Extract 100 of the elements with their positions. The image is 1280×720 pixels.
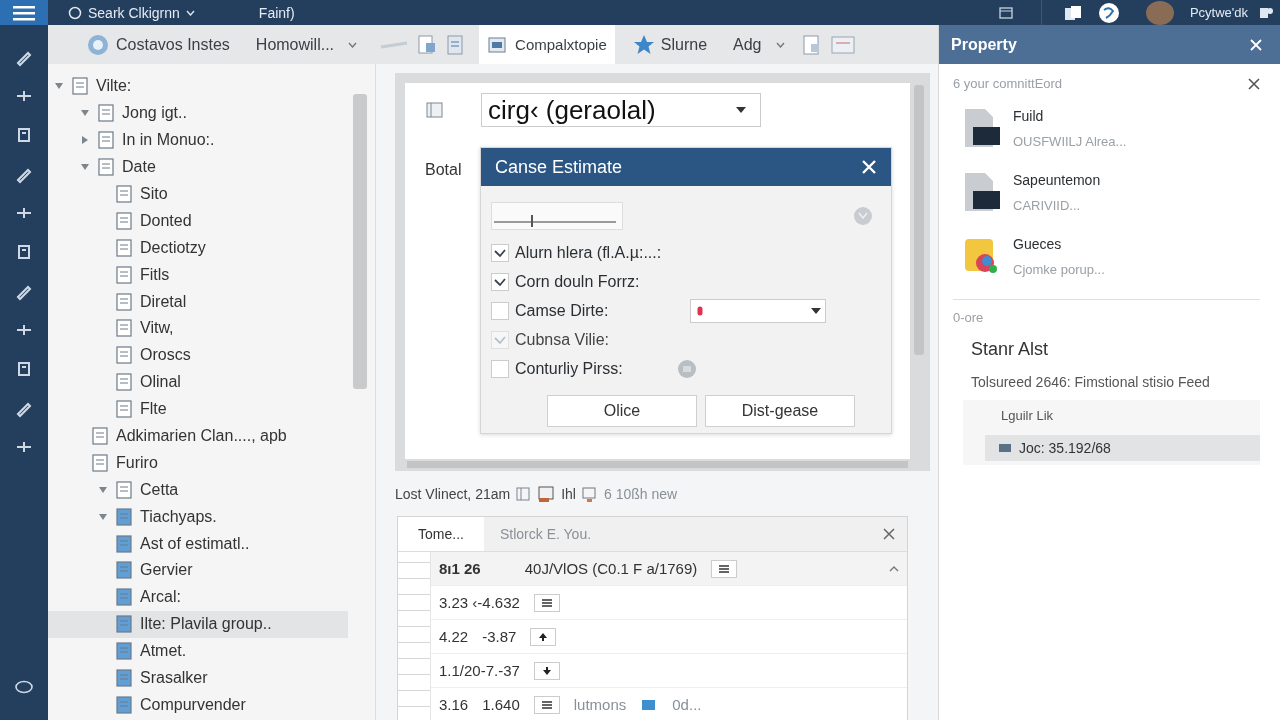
toolbar-button[interactable]: Slurne: [624, 25, 716, 64]
item-name[interactable]: Sapeuntemon: [1013, 171, 1101, 188]
caret-icon: [775, 41, 785, 48]
tree-item[interactable]: Dectiotzy: [48, 234, 348, 262]
file-icon: [96, 103, 116, 124]
table-cell: 3.16: [439, 696, 469, 713]
menu-button[interactable]: [0, 0, 48, 25]
top-menu-item[interactable]: Fainf): [258, 4, 295, 21]
window-icon[interactable]: [998, 6, 1013, 19]
item-detail: OUSFWIILJ Alrea...: [1013, 133, 1127, 149]
caret-icon: [811, 307, 822, 314]
toolbar-button[interactable]: Costavos Instes: [78, 25, 238, 64]
description-text: Tolsureed 2646: Fimstional stisio Feed: [971, 374, 1211, 390]
card-icon: [999, 443, 1013, 453]
item-name[interactable]: Fuild: [1013, 107, 1127, 124]
star-icon: [632, 33, 655, 56]
marker-icon: [697, 305, 704, 316]
row-button[interactable]: [533, 661, 560, 680]
panel-tab[interactable]: Tome...: [398, 517, 484, 551]
file-icon: [114, 318, 134, 339]
table-cell: 4.22: [439, 628, 469, 645]
file-icon: [114, 694, 134, 715]
down-arrow-icon: [541, 665, 552, 676]
caret-icon: [348, 41, 358, 48]
tree-item[interactable]: Srasalker: [48, 664, 348, 692]
tree-item[interactable]: Olinal: [48, 368, 348, 396]
row-button[interactable]: [530, 627, 557, 646]
item-name[interactable]: Gueces: [1013, 235, 1105, 252]
tree-item[interactable]: Diretal: [48, 288, 348, 315]
expand-arrow-icon[interactable]: [98, 484, 108, 495]
tree-item[interactable]: Fitls: [48, 261, 348, 289]
tree-item[interactable]: Atmet.: [48, 637, 348, 665]
field-label: Botal: [425, 161, 462, 179]
file-icon: [114, 614, 134, 635]
check-icon: [494, 334, 506, 345]
file-icon: [114, 533, 134, 554]
tree-item[interactable]: Vitw,: [48, 315, 348, 342]
tree-item[interactable]: In in Monuo:.: [48, 126, 348, 154]
file-icon: [114, 210, 134, 231]
file-icon: [114, 291, 134, 312]
caret-icon: [185, 9, 195, 16]
dialog-button[interactable]: Olice: [547, 395, 697, 427]
checkbox[interactable]: [491, 243, 509, 262]
file-icon: [114, 264, 134, 285]
toolbar-button[interactable]: Homowill...: [247, 25, 366, 64]
check-icon: [494, 276, 506, 287]
expand-arrow-icon[interactable]: [98, 511, 108, 522]
tree-item[interactable]: Jong igt..: [48, 99, 348, 127]
file-icon: [114, 560, 134, 581]
tree-item[interactable]: Vilte:: [48, 73, 348, 100]
tree-item[interactable]: Furiro: [48, 449, 348, 477]
checkbox[interactable]: [491, 359, 509, 378]
file-icon: [114, 372, 134, 393]
tree-item[interactable]: Adkimarien Clan...., apb: [48, 422, 348, 450]
checkbox[interactable]: [491, 272, 509, 291]
tree-item[interactable]: Donted: [48, 207, 348, 235]
toolbar-button[interactable]: Compalxtopie: [479, 25, 615, 64]
dialog-title: Canse Estimate: [495, 156, 623, 178]
checkbox[interactable]: [491, 301, 509, 320]
expand-arrow-icon[interactable]: [80, 135, 90, 146]
checkbox-label: Conturliy Pirss:: [515, 359, 623, 378]
entry-row[interactable]: Joc: 35.192/68: [985, 435, 1260, 461]
link-label[interactable]: Lguilr Lik: [1001, 408, 1260, 423]
collapse-icon[interactable]: [889, 565, 899, 572]
table-cell: 8ı1 26: [439, 560, 481, 577]
tree-item[interactable]: Compurvender: [48, 691, 348, 719]
scrollbar[interactable]: [353, 94, 367, 389]
tree-item[interactable]: Sito: [48, 180, 348, 208]
tree-item[interactable]: Oroscs: [48, 341, 348, 369]
checkbox-label: Corn douln Forrz:: [515, 272, 640, 291]
table-cell: -3.87: [482, 628, 517, 645]
close-icon[interactable]: [1248, 77, 1260, 90]
file-icon: [114, 506, 134, 527]
checkbox-label: Cubnsa Vilie:: [515, 330, 609, 349]
file-icon: [963, 107, 1001, 149]
tree-item[interactable]: Tiachyaps.: [48, 503, 348, 531]
file-icon: [96, 130, 116, 151]
toolbar-button[interactable]: Adg: [725, 25, 793, 64]
combo-box[interactable]: cirg‹ (geraolal): [481, 93, 761, 127]
tree-item[interactable]: Arcal:: [48, 583, 348, 611]
caret-icon: [736, 107, 746, 113]
tree-item[interactable]: Ilte: Plavila group..: [48, 610, 348, 638]
user-name[interactable]: Pcytwe'dk: [1189, 5, 1248, 20]
tree-item[interactable]: Date: [48, 153, 348, 181]
close-icon[interactable]: [883, 528, 895, 540]
document-icon[interactable]: [417, 33, 438, 56]
dialog-button[interactable]: Dist-gease: [705, 395, 855, 427]
chat-icon[interactable]: [14, 680, 34, 694]
monitor-icon: [580, 484, 599, 503]
app-menu[interactable]: Seark Clkigrnn: [64, 4, 199, 21]
tree-item[interactable]: Cetta: [48, 476, 348, 504]
copy-icon[interactable]: [1063, 4, 1082, 21]
tree-item[interactable]: Gervier: [48, 557, 348, 584]
tree-item[interactable]: Flte: [48, 395, 348, 423]
file-icon: [114, 641, 134, 662]
slider[interactable]: [491, 202, 623, 230]
table-cell: 0d...: [672, 696, 702, 713]
table-cell: lutmons: [573, 696, 627, 713]
status-text: Ihl: [561, 485, 576, 502]
tree-item[interactable]: Ast of estimatl..: [48, 530, 348, 558]
